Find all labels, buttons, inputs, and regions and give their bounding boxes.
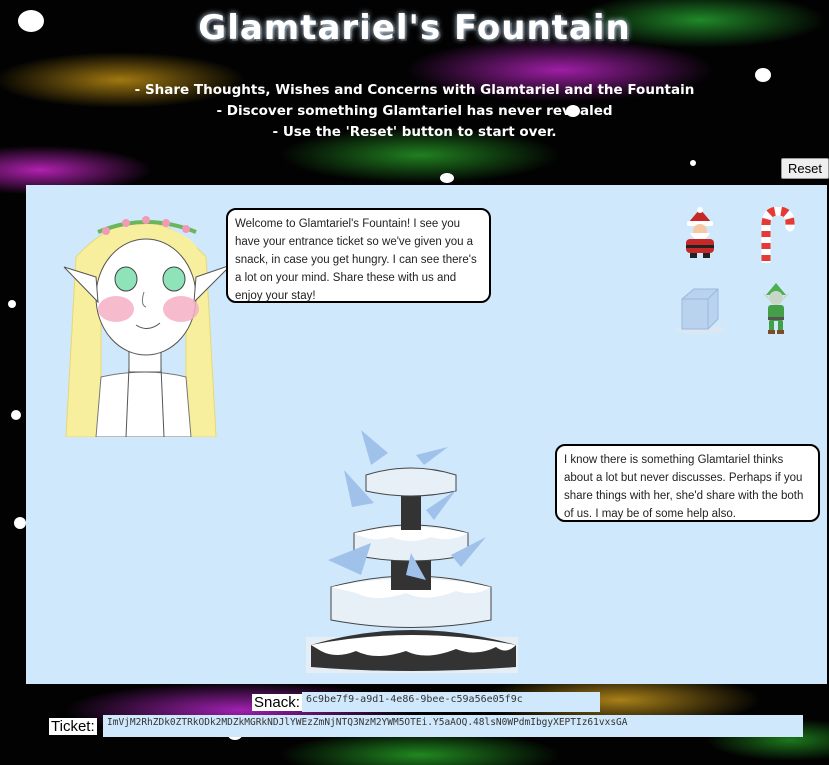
ticket-label: Ticket: xyxy=(49,718,97,735)
ticket-value: ImVjM2RhZDk0ZTRkODk2MDZkMGRkNDJlYWEzZmNj… xyxy=(103,715,803,737)
snowflake xyxy=(440,173,454,183)
ice-cube-icon[interactable] xyxy=(674,283,726,335)
candy-cane-icon[interactable] xyxy=(756,207,796,263)
instruction-line: - Discover something Glamtariel has neve… xyxy=(216,103,613,119)
instructions: - Share Thoughts, Wishes and Concerns wi… xyxy=(0,80,829,143)
snowflake xyxy=(11,410,21,420)
snack-label: Snack: xyxy=(252,694,302,711)
snowflake xyxy=(8,300,16,308)
snack-value: 6c9be7f9-a9d1-4e86-9bee-c59a56e05f9c xyxy=(302,692,600,712)
instruction-line: - Use the 'Reset' button to start over. xyxy=(272,124,557,140)
glamtariel-speech-bubble: Welcome to Glamtariel's Fountain! I see … xyxy=(226,208,491,303)
reset-button[interactable]: Reset xyxy=(781,158,829,179)
glamtariel-portrait[interactable] xyxy=(46,197,246,437)
santa-icon[interactable] xyxy=(674,207,726,259)
snowflake xyxy=(14,517,26,529)
instruction-line: - Share Thoughts, Wishes and Concerns wi… xyxy=(134,82,695,98)
snowflake xyxy=(690,160,696,166)
page-title: Glamtariel's Fountain xyxy=(198,8,631,48)
fountain-speech-bubble: I know there is something Glamtariel thi… xyxy=(555,444,820,522)
fountain-image[interactable] xyxy=(306,425,521,675)
elf-icon[interactable] xyxy=(758,283,794,335)
fountain-stage: Welcome to Glamtariel's Fountain! I see … xyxy=(26,185,827,684)
